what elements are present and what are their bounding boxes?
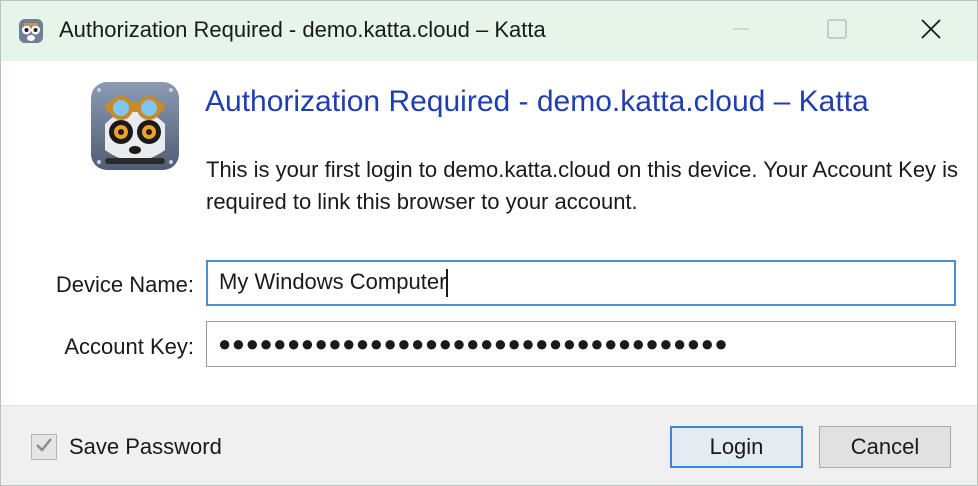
checkmark-icon (34, 435, 54, 460)
dialog-footer: Save Password Login Cancel (1, 405, 977, 485)
lemur-app-logo (89, 80, 181, 172)
device-name-text: My Windows Computer (219, 268, 447, 294)
minimize-button[interactable] (709, 1, 773, 61)
account-key-input[interactable]: ●●●●●●●●●●●●●●●●●●●●●●●●●●●●●●●●●●●●● (206, 321, 956, 367)
authorization-dialog-window: Authorization Required - demo.katta.clou… (0, 0, 978, 486)
text-caret (446, 269, 449, 298)
dialog-description: This is your first login to demo.katta.c… (206, 157, 959, 214)
device-name-label: Device Name: (55, 272, 194, 297)
device-name-input[interactable]: My Windows Computer (206, 260, 956, 306)
window-title: Authorization Required - demo.katta.clou… (59, 17, 546, 42)
cancel-button[interactable]: Cancel (819, 426, 951, 468)
dialog-heading: Authorization Required - demo.katta.clou… (205, 85, 869, 118)
account-key-label: Account Key: (64, 334, 194, 359)
save-password-label[interactable]: Save Password (69, 434, 222, 460)
minimize-icon (731, 19, 751, 44)
close-icon (919, 17, 943, 46)
maximize-icon (826, 18, 848, 45)
title-bar[interactable]: Authorization Required - demo.katta.clou… (1, 1, 977, 61)
login-button[interactable]: Login (670, 426, 803, 468)
maximize-button[interactable] (805, 1, 869, 61)
close-button[interactable] (899, 1, 963, 61)
account-key-masked-value: ●●●●●●●●●●●●●●●●●●●●●●●●●●●●●●●●●●●●● (218, 331, 729, 356)
save-password-checkbox[interactable] (31, 434, 57, 460)
device-name-value: My Windows Computer (219, 268, 449, 298)
lemur-app-icon (18, 18, 44, 44)
